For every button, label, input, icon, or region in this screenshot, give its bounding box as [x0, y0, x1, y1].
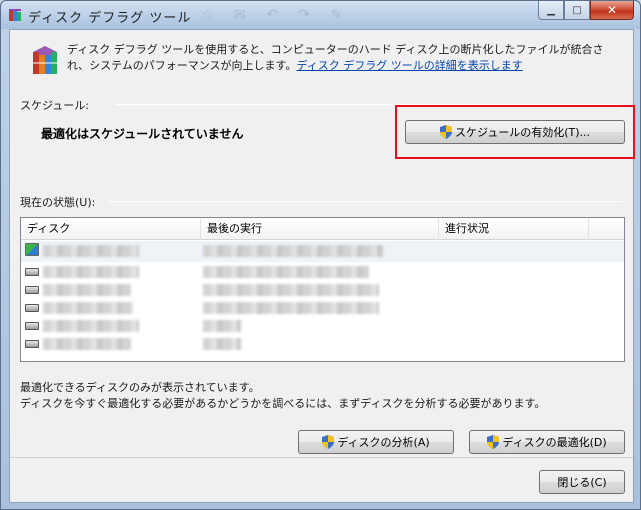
- hard-drive-icon: [25, 268, 39, 276]
- defrag-app-icon: [9, 9, 21, 21]
- disk-row[interactable]: [21, 334, 624, 355]
- analyze-disk-label: ディスクの分析(A): [337, 436, 430, 449]
- title-bar[interactable]: ディスク デフラグ ツール ☆ ✉ ↶ ↷ ✎ ▁ □ ✕: [1, 1, 640, 29]
- info-line-2: ディスクを今すぐ最適化する必要があるかどうかを調べるには、まずディスクを分析する…: [20, 397, 546, 410]
- redacted-disk-name: [43, 245, 139, 257]
- column-progress[interactable]: 進行状況: [439, 218, 589, 240]
- schedule-status: 最適化はスケジュールされていません: [41, 127, 244, 141]
- footer-divider: [10, 457, 633, 458]
- column-disk[interactable]: ディスク: [21, 218, 201, 240]
- intro-text: ディスク デフラグ ツールを使用すると、コンピューターのハード ディスク上の断片…: [67, 42, 622, 74]
- hard-drive-icon: [25, 340, 39, 348]
- analyze-disk-button[interactable]: ディスクの分析(A): [298, 430, 454, 454]
- redacted-last-run: [203, 284, 379, 296]
- redacted-disk-name: [43, 266, 139, 278]
- redacted-last-run: [203, 338, 241, 350]
- minimize-button[interactable]: ▁: [538, 1, 564, 20]
- maximize-button[interactable]: □: [564, 1, 590, 20]
- maximize-icon: □: [572, 4, 582, 16]
- redacted-disk-name: [43, 302, 133, 314]
- hard-drive-icon: [25, 304, 39, 312]
- redacted-disk-name: [43, 338, 131, 350]
- redacted-disk-name: [43, 320, 139, 332]
- ghost-toolbar-icons: ☆ ✉ ↶ ↷ ✎: [201, 7, 351, 23]
- defrag-tool-icon: [33, 46, 57, 74]
- current-state-label: 現在の状態(U):: [20, 196, 96, 209]
- disk-row[interactable]: [21, 241, 624, 262]
- defrag-window: ディスク デフラグ ツール ☆ ✉ ↶ ↷ ✎ ▁ □ ✕ ディスク デフラグ …: [0, 0, 641, 510]
- close-window-button[interactable]: ✕: [590, 1, 634, 20]
- redacted-last-run: [203, 302, 379, 314]
- current-state-divider: [108, 201, 622, 202]
- close-icon: ✕: [606, 3, 618, 17]
- windows-drive-icon: [25, 243, 39, 256]
- disk-list[interactable]: ディスク 最後の実行 進行状況: [20, 217, 625, 362]
- uac-shield-icon: [487, 435, 500, 449]
- disk-list-header: ディスク 最後の実行 進行状況: [21, 218, 624, 240]
- redacted-last-run: [203, 245, 383, 257]
- uac-shield-icon: [322, 435, 335, 449]
- redacted-last-run: [203, 266, 369, 278]
- column-last-run[interactable]: 最後の実行: [201, 218, 439, 240]
- annotation-highlight-box: [395, 105, 635, 159]
- window-title: ディスク デフラグ ツール: [28, 11, 192, 26]
- close-dialog-button[interactable]: 閉じる(C): [539, 470, 625, 494]
- hard-drive-icon: [25, 286, 39, 294]
- close-dialog-label: 閉じる(C): [557, 476, 607, 489]
- minimize-icon: ▁: [547, 4, 555, 16]
- dialog-body: ディスク デフラグ ツールを使用すると、コンピューターのハード ディスク上の断片…: [9, 29, 635, 503]
- hard-drive-icon: [25, 322, 39, 330]
- info-line-1: 最適化できるディスクのみが表示されています。: [20, 381, 260, 394]
- defrag-disk-button[interactable]: ディスクの最適化(D): [469, 430, 625, 454]
- defrag-details-link[interactable]: ディスク デフラグ ツールの詳細を表示します: [296, 59, 522, 72]
- schedule-section-label: スケジュール:: [20, 99, 89, 112]
- redacted-last-run: [203, 320, 241, 332]
- defrag-disk-label: ディスクの最適化(D): [502, 436, 607, 449]
- info-text: 最適化できるディスクのみが表示されています。 ディスクを今すぐ最適化する必要があ…: [20, 380, 545, 412]
- redacted-disk-name: [43, 284, 131, 296]
